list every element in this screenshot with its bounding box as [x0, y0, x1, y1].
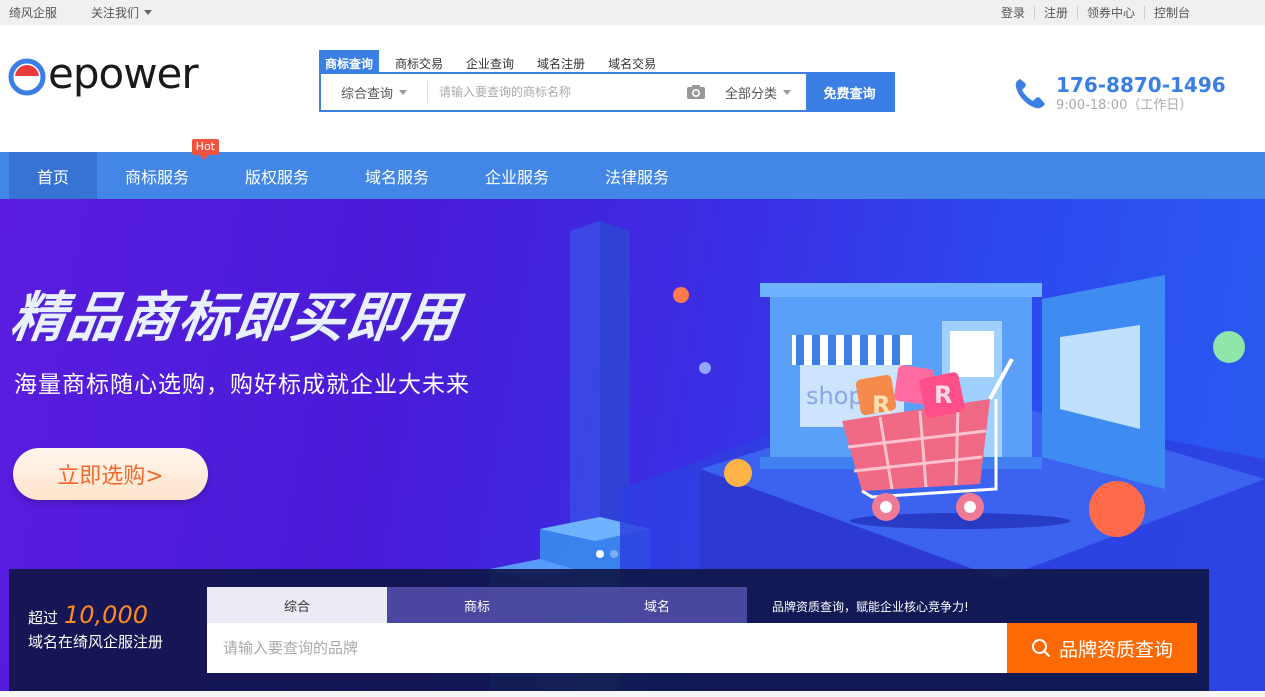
- stats-block: 超过 10,000 域名在绮风企服注册: [28, 601, 163, 652]
- brand-search-box: 品牌资质查询: [207, 623, 1197, 673]
- logo-mark-icon: [8, 58, 46, 96]
- nav-item-label: 企业服务: [484, 167, 549, 187]
- carousel-indicators: [596, 550, 618, 558]
- phone-icon: [1015, 78, 1045, 108]
- nav-item-enterprise[interactable]: 企业服务: [457, 152, 577, 199]
- trademark-search-box: 综合查询 全部分类 免费查询: [319, 72, 895, 112]
- search-button-label: 品牌资质查询: [1058, 638, 1173, 661]
- register-link[interactable]: 注册: [1035, 4, 1077, 21]
- r-tag-letter: R: [934, 381, 952, 409]
- carousel-dot[interactable]: [596, 550, 604, 558]
- brand-qualification-search-button[interactable]: 品牌资质查询: [1007, 623, 1197, 673]
- chevron-down-icon: [783, 89, 791, 95]
- brand-search-input[interactable]: [207, 623, 1007, 673]
- image-search-button[interactable]: [682, 74, 710, 110]
- search-type-label: 综合查询: [340, 86, 393, 102]
- nav-item-domain[interactable]: 域名服务: [337, 152, 457, 199]
- tab-domain[interactable]: 域名: [567, 587, 747, 623]
- free-search-button[interactable]: 免费查询: [806, 74, 893, 110]
- logo[interactable]: epower: [8, 53, 199, 96]
- nav-item-label: 域名服务: [364, 167, 429, 187]
- chevron-down-icon: [144, 10, 153, 15]
- brand-link[interactable]: 绮风企服: [9, 4, 57, 21]
- search-icon: [1031, 639, 1050, 657]
- category-label: 全部分类: [724, 86, 777, 102]
- nav-item-home[interactable]: 首页: [9, 152, 97, 199]
- nav-item-label: 版权服务: [244, 167, 309, 187]
- buy-now-button[interactable]: 立即选购>: [13, 448, 208, 500]
- camera-icon: [687, 85, 705, 99]
- tab-general[interactable]: 综合: [207, 587, 387, 623]
- hot-badge: Hot: [191, 139, 219, 160]
- panel-tabs: 综合 商标 域名: [207, 587, 747, 623]
- trademark-search-input[interactable]: [428, 74, 682, 110]
- tab-trademark[interactable]: 商标: [387, 587, 567, 623]
- nav-item-trademark[interactable]: 商标服务 Hot: [97, 139, 219, 199]
- nav-item-label: 商标服务: [124, 167, 189, 187]
- banner-subtitle: 海量商标随心选购，购好标成就企业大未来: [14, 372, 470, 398]
- nav-item-legal[interactable]: 法律服务: [577, 152, 697, 199]
- phone-number: 176-8870-1496: [1056, 73, 1226, 97]
- panel-slogan: 品牌资质查询，赋能企业核心竞争力!: [772, 600, 969, 614]
- follow-us-label: 关注我们: [91, 6, 140, 20]
- service-hours: 9:00-18:00（工作日）: [1056, 98, 1193, 113]
- r-tag-letter: R: [872, 391, 890, 419]
- banner-title: 精品商标即买即用: [6, 286, 464, 349]
- logo-text: epower: [48, 49, 199, 98]
- main-nav: 首页 商标服务 Hot 版权服务 域名服务 企业服务 法律服务: [0, 139, 1265, 199]
- search-type-select[interactable]: 综合查询: [321, 74, 427, 110]
- nav-item-copyright[interactable]: 版权服务: [217, 152, 337, 199]
- category-select[interactable]: 全部分类: [710, 83, 806, 102]
- contact-phone: 176-8870-1496 9:00-18:00（工作日）: [1012, 73, 1226, 114]
- content-edge: [0, 691, 1265, 697]
- carousel-dot[interactable]: [610, 550, 618, 558]
- shop-sign-text: shop: [806, 382, 864, 410]
- brand-search-panel: 超过 10,000 域名在绮风企服注册 综合 商标 域名 品牌资质查询，赋能企业…: [9, 569, 1209, 691]
- stats-caption: 域名在绮风企服注册: [28, 633, 164, 651]
- nav-item-label: 首页: [36, 167, 69, 187]
- login-link[interactable]: 登录: [992, 4, 1034, 21]
- stats-count: 10,000: [64, 601, 148, 629]
- stats-prefix: 超过: [28, 609, 59, 627]
- follow-us-dropdown[interactable]: 关注我们: [91, 4, 153, 21]
- chevron-down-icon: [399, 89, 407, 95]
- site-header: epower 商标查询 商标交易 企业查询 域名注册 域名交易 综合查询 全部分…: [0, 25, 1265, 152]
- nav-item-label: 法律服务: [604, 167, 669, 187]
- coupon-center-link[interactable]: 领券中心: [1078, 4, 1144, 21]
- console-link[interactable]: 控制台: [1145, 4, 1199, 21]
- top-utility-bar: 绮风企服 关注我们 登录 注册 领券中心 控制台: [0, 0, 1265, 25]
